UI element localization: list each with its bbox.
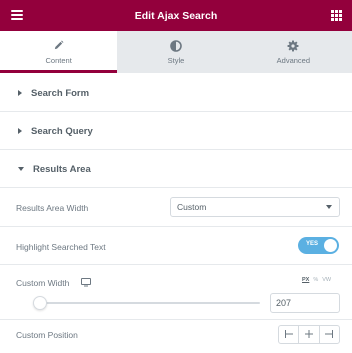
caret-right-icon: [18, 128, 22, 134]
custom-width-slider[interactable]: [33, 296, 260, 310]
toggle-knob: [324, 239, 337, 252]
tab-content[interactable]: Content: [0, 31, 118, 73]
tab-content-label: Content: [45, 56, 72, 65]
results-area-width-label: Results Area Width: [16, 203, 89, 213]
desktop-icon[interactable]: [81, 278, 91, 289]
panel-header: Edit Ajax Search: [0, 0, 352, 31]
slider-handle[interactable]: [33, 296, 47, 310]
position-left-button[interactable]: [279, 326, 300, 343]
custom-width-input[interactable]: 207: [270, 293, 340, 313]
custom-width-value: 207: [276, 298, 292, 308]
tab-advanced-label: Advanced: [276, 56, 310, 65]
chevron-down-icon: [326, 205, 332, 209]
position-center-button[interactable]: [299, 326, 320, 343]
position-right-button[interactable]: [320, 326, 339, 343]
unit-vw[interactable]: VW: [322, 277, 331, 283]
toggle-on-label: YES: [306, 241, 319, 247]
panel-tabs: Content Style Advanced: [0, 31, 352, 73]
section-title: Search Form: [31, 87, 90, 99]
panel-title: Edit Ajax Search: [134, 9, 218, 22]
caret-right-icon: [18, 90, 22, 96]
gear-icon: [287, 39, 299, 52]
tab-advanced[interactable]: Advanced: [235, 31, 352, 73]
results-area-width-select[interactable]: Custom: [170, 197, 340, 217]
caret-down-icon: [18, 167, 24, 171]
divider: [0, 226, 352, 227]
apps-grid-icon[interactable]: [331, 10, 342, 21]
align-left-icon: [284, 329, 294, 340]
unit-percent[interactable]: %: [313, 277, 318, 283]
unit-switcher: PX % VW: [302, 277, 331, 283]
section-title: Results Area: [33, 163, 91, 175]
section-search-query[interactable]: Search Query: [0, 113, 352, 150]
pencil-icon: [53, 39, 64, 52]
divider: [0, 264, 352, 265]
section-search-form[interactable]: Search Form: [0, 75, 352, 112]
tab-style-label: Style: [167, 56, 185, 65]
highlight-searched-text-label: Highlight Searched Text: [16, 242, 106, 252]
highlight-toggle[interactable]: YES: [298, 237, 339, 254]
section-results-area[interactable]: Results Area: [0, 151, 352, 188]
align-right-icon: [324, 329, 334, 340]
align-center-icon: [304, 329, 314, 340]
custom-position-label: Custom Position: [16, 330, 78, 340]
unit-px[interactable]: PX: [302, 277, 309, 283]
select-value: Custom: [177, 202, 207, 212]
divider: [0, 319, 352, 320]
custom-width-label: Custom Width: [16, 278, 70, 288]
section-title: Search Query: [31, 125, 93, 137]
menu-icon[interactable]: [11, 10, 23, 20]
half-circle-icon: [170, 39, 182, 52]
tab-style[interactable]: Style: [117, 31, 234, 73]
custom-position-group: [278, 325, 340, 344]
